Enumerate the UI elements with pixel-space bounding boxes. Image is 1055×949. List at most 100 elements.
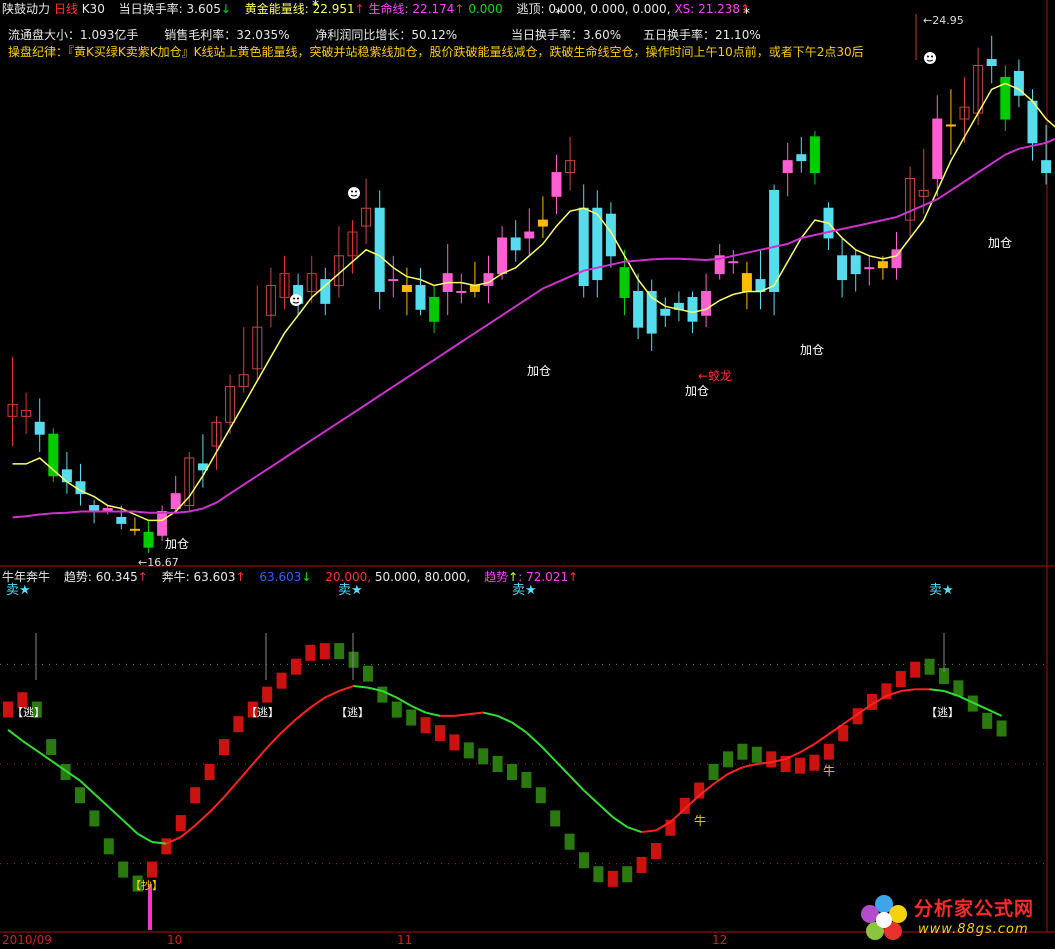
add-position-label: 加仓 bbox=[988, 236, 1012, 250]
trend-curve bbox=[425, 711, 441, 717]
bull-bar bbox=[651, 842, 661, 859]
smiley-eye bbox=[297, 297, 299, 300]
trend-curve bbox=[137, 832, 153, 843]
escape-label: 【逃】 bbox=[12, 706, 45, 719]
x-label-sep: 2010/09 bbox=[2, 933, 52, 947]
bull-bar bbox=[463, 742, 474, 759]
trend-curve bbox=[799, 743, 815, 754]
bull-bar bbox=[723, 751, 733, 768]
candle bbox=[129, 528, 140, 531]
candle bbox=[782, 160, 793, 174]
x-label-oct: 10 bbox=[167, 933, 183, 947]
candle bbox=[143, 531, 154, 548]
trend-curve bbox=[727, 766, 743, 775]
bull-bar bbox=[521, 771, 532, 788]
bull-bar bbox=[319, 643, 330, 660]
candle bbox=[537, 219, 548, 227]
day-turnover: 当日换手率：3.60% bbox=[511, 28, 622, 42]
trend-curve bbox=[252, 746, 268, 765]
bull-bar bbox=[175, 815, 186, 832]
period-label[interactable]: 日线 bbox=[54, 2, 78, 16]
trend-curve bbox=[338, 685, 354, 692]
smiley-eye bbox=[355, 190, 357, 193]
candle bbox=[374, 207, 385, 292]
five-day-turnover: 五日换手率：21.10% bbox=[642, 28, 761, 42]
trend-curve bbox=[583, 789, 600, 805]
bull-bar bbox=[377, 686, 388, 703]
candle bbox=[497, 237, 508, 275]
escape-label: 【逃】 bbox=[336, 706, 369, 719]
red-value: 20.000, bbox=[325, 570, 372, 584]
buy-label: 【抄】 bbox=[130, 878, 163, 892]
trend-label: 趋势: bbox=[63, 570, 92, 584]
candle bbox=[932, 118, 943, 179]
bull-bar bbox=[636, 856, 647, 873]
bull-bar bbox=[233, 716, 244, 733]
bull-bar bbox=[910, 661, 921, 678]
bull-bar bbox=[219, 739, 229, 756]
bull-bar bbox=[276, 672, 287, 689]
bull-bar bbox=[766, 751, 777, 768]
smiley-icon bbox=[348, 187, 360, 199]
watermark: 分析家公式网 www.88gs.com bbox=[856, 892, 1051, 946]
bull-bar bbox=[593, 866, 604, 883]
candle bbox=[401, 285, 412, 292]
bull-bar bbox=[391, 701, 402, 718]
smiley-eye bbox=[931, 55, 933, 58]
bull-bar bbox=[579, 852, 589, 869]
trend-curve bbox=[511, 721, 527, 734]
trend-curve bbox=[353, 684, 369, 689]
xs-value: 21.238 bbox=[698, 2, 741, 16]
trend-curve bbox=[612, 816, 628, 828]
stock-name: 陕鼓动力 bbox=[2, 2, 51, 16]
trend-curve bbox=[468, 711, 484, 716]
candle bbox=[170, 493, 181, 510]
trend-curve bbox=[813, 733, 830, 745]
bull-bar bbox=[262, 686, 273, 703]
lifeline-value: 22.174 bbox=[412, 2, 455, 16]
candle bbox=[945, 124, 956, 127]
sell-label: 卖★ bbox=[338, 583, 363, 598]
bull-bar bbox=[535, 787, 546, 804]
bull-bar bbox=[737, 743, 748, 760]
blue-arrow: ↓ bbox=[301, 570, 312, 584]
trend-value: 60.345 bbox=[95, 570, 138, 584]
bull-bar bbox=[809, 754, 820, 771]
trend-curve bbox=[237, 763, 254, 782]
trend-curve bbox=[122, 819, 139, 835]
candle bbox=[633, 290, 644, 328]
x-label-nov: 11 bbox=[397, 933, 413, 947]
trend-curve bbox=[900, 688, 916, 692]
bull-bar bbox=[823, 743, 834, 760]
bull-bar bbox=[996, 720, 1007, 737]
candle bbox=[524, 231, 535, 239]
bull-bar bbox=[190, 787, 201, 804]
smiley-icon bbox=[924, 52, 936, 64]
trend-curve bbox=[568, 774, 585, 792]
trend-curve bbox=[309, 696, 326, 709]
trend-curve bbox=[324, 690, 340, 699]
candle bbox=[809, 136, 820, 174]
trend-curve bbox=[626, 826, 642, 834]
bull-bar bbox=[507, 763, 517, 780]
trend-curve bbox=[280, 718, 297, 734]
life-line bbox=[12, 137, 1055, 519]
indicator-name: 牛年奔牛 bbox=[2, 570, 51, 584]
k-label: K30 bbox=[81, 2, 105, 16]
trend-curve bbox=[266, 731, 283, 749]
candle bbox=[986, 59, 997, 67]
indicator-header: 牛年奔牛 趋势: 60.345↑ 奔牛: 63.603↑ 63.603↓ 20.… bbox=[2, 570, 579, 584]
bull-bar bbox=[291, 658, 301, 675]
bull-bar bbox=[622, 866, 633, 883]
lifeline-arrow: ↑ bbox=[454, 2, 465, 16]
candle bbox=[877, 261, 888, 269]
candle bbox=[741, 273, 752, 292]
sell-label: 卖★ bbox=[512, 583, 537, 598]
bull-bar bbox=[161, 838, 172, 855]
profit-growth: 净利润同比增长：50.12% bbox=[315, 28, 458, 42]
trend2-value: : 72.021 bbox=[518, 570, 569, 584]
bull-bar bbox=[147, 861, 157, 878]
trend-curve bbox=[669, 808, 686, 823]
trend-curve bbox=[454, 713, 469, 717]
bull-bar bbox=[478, 748, 489, 765]
